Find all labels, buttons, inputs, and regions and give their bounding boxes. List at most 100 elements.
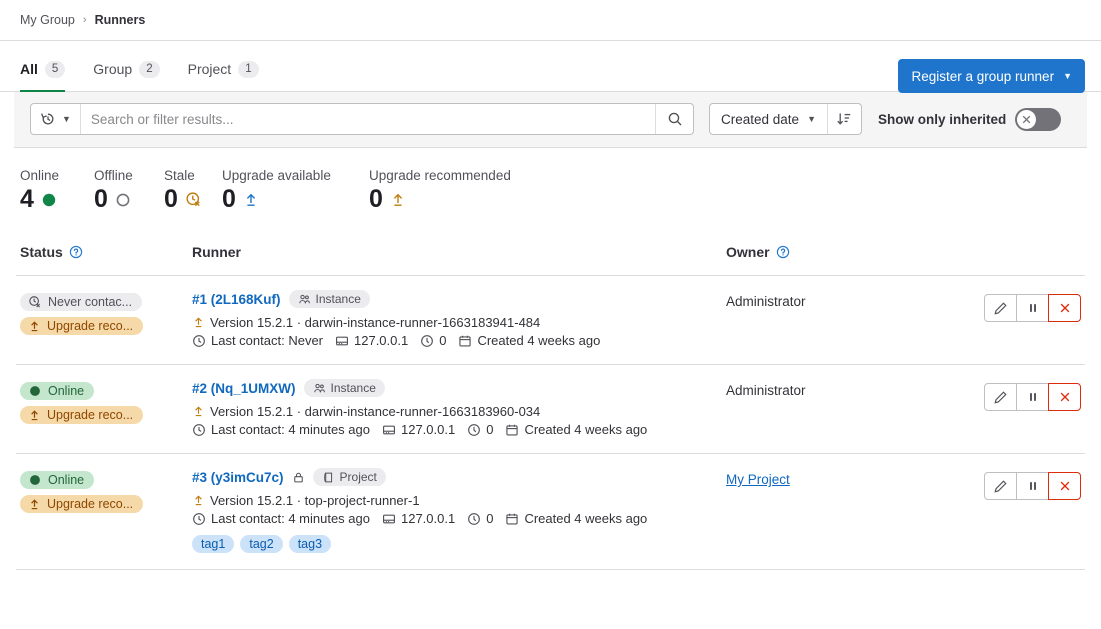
server-icon <box>382 512 396 526</box>
runner-created-text: Created 4 weeks ago <box>524 422 647 437</box>
help-icon[interactable] <box>69 245 83 259</box>
status-badge: Never contac... <box>20 293 142 311</box>
delete-button[interactable] <box>1048 383 1081 411</box>
breadcrumb-parent[interactable]: My Group <box>20 13 75 27</box>
runner-type-label: Project <box>340 470 377 484</box>
sort-by-label: Created date <box>721 112 799 127</box>
show-only-inherited-toggle[interactable] <box>1015 108 1061 131</box>
clock-icon <box>192 423 206 437</box>
pause-button[interactable] <box>1016 472 1049 500</box>
tag-item: tag2 <box>240 535 282 553</box>
runner-name-link[interactable]: #2 (Nq_1UMXW) <box>192 381 296 396</box>
search-input[interactable] <box>81 104 655 134</box>
tab-project-count: 1 <box>238 61 258 78</box>
owner-project-link[interactable]: My Project <box>726 472 790 487</box>
runner-name-link[interactable]: #1 (2L168Kuf) <box>192 292 281 307</box>
runner-actions <box>984 383 1081 411</box>
table-header: Status Runner Owner <box>16 228 1085 276</box>
runner-created-text: Created 4 weeks ago <box>477 333 600 348</box>
runners-page: My Group › Runners All 5 Group 2 Project… <box>0 0 1101 629</box>
project-icon <box>322 471 335 484</box>
arrow-up-icon <box>192 405 205 418</box>
runner-created-text: Created 4 weeks ago <box>524 511 647 526</box>
calendar-icon <box>505 423 519 437</box>
tab-project[interactable]: Project 1 <box>174 41 273 91</box>
clock-x-icon <box>28 295 42 309</box>
runner-info-cell: #2 (Nq_1UMXW) Instance <box>192 379 726 437</box>
lock-icon <box>292 471 305 484</box>
table-row: Never contac... Upgrade reco... #1 (2L16… <box>16 276 1085 365</box>
status-badge: Online <box>20 471 94 489</box>
tab-all[interactable]: All 5 <box>20 41 79 91</box>
filter-bar: ▼ Created date ▼ <box>14 92 1087 148</box>
runner-last-contact: Last contact: 4 minutes ago <box>192 511 370 526</box>
status-online-icon <box>28 473 42 487</box>
register-group-runner-button[interactable]: Register a group runner ▼ <box>898 59 1085 93</box>
runner-version: Version 15.2.1 · darwin-instance-runner-… <box>192 404 540 419</box>
pause-button[interactable] <box>1016 383 1049 411</box>
runner-version: Version 15.2.1 · top-project-runner-1 <box>192 493 420 508</box>
search-icon <box>667 111 683 127</box>
column-header-runner: Runner <box>192 244 726 260</box>
search-button[interactable] <box>655 104 693 134</box>
delete-button[interactable] <box>1048 294 1081 322</box>
history-icon <box>40 111 56 127</box>
toggle-knob <box>1017 110 1036 129</box>
tab-all-count: 5 <box>45 61 65 78</box>
stat-upgrade-recommended-value: 0 <box>369 187 383 212</box>
runner-info-cell: #1 (2L168Kuf) Instance <box>192 290 726 348</box>
runner-status-cell: Online Upgrade reco... <box>20 379 192 437</box>
sort-by-dropdown[interactable]: Created date ▼ <box>710 104 828 134</box>
stat-offline-value: 0 <box>94 187 108 212</box>
runner-jobs: 0 <box>420 333 446 348</box>
show-only-inherited-label: Show only inherited <box>878 112 1006 127</box>
runner-last-contact-text: Last contact: 4 minutes ago <box>211 422 370 437</box>
delete-button[interactable] <box>1048 472 1081 500</box>
status-badge-label: Never contac... <box>48 295 132 309</box>
runner-owner-cell: Administrator <box>726 290 1081 348</box>
help-icon[interactable] <box>776 245 790 259</box>
search-filter-group: ▼ <box>30 103 694 135</box>
runner-type-badge: Project <box>313 468 386 486</box>
stat-online-value: 4 <box>20 187 34 212</box>
tab-list: All 5 Group 2 Project 1 <box>20 41 273 91</box>
tab-group[interactable]: Group 2 <box>79 41 173 91</box>
chevron-down-icon: ▼ <box>807 114 816 124</box>
stat-upgrade-recommended: Upgrade recommended 0 <box>369 168 511 228</box>
edit-button[interactable] <box>984 294 1017 322</box>
sort-direction-button[interactable] <box>828 104 861 134</box>
status-badge-label: Online <box>48 473 84 487</box>
status-badge-label: Online <box>48 384 84 398</box>
runner-last-contact-text: Last contact: 4 minutes ago <box>211 511 370 526</box>
runner-last-contact: Last contact: 4 minutes ago <box>192 422 370 437</box>
arrow-up-icon <box>192 316 205 329</box>
runner-ip: 127.0.0.1 <box>382 422 455 437</box>
runner-type-label: Instance <box>316 292 361 306</box>
upgrade-available-icon <box>243 192 259 208</box>
status-offline-icon <box>115 192 131 208</box>
runner-created: Created 4 weeks ago <box>505 422 647 437</box>
table-row: Online Upgrade reco... #2 (Nq_1UMXW) <box>16 365 1085 454</box>
breadcrumb: My Group › Runners <box>0 0 1101 41</box>
pause-button[interactable] <box>1016 294 1049 322</box>
gauge-icon <box>467 423 481 437</box>
runner-last-contact-text: Last contact: Never <box>211 333 323 348</box>
chevron-down-icon: ▼ <box>62 114 71 124</box>
gauge-icon <box>420 334 434 348</box>
owner-name: Administrator <box>726 294 806 309</box>
stat-stale: Stale 0 <box>164 168 222 228</box>
runner-ip: 127.0.0.1 <box>335 333 408 348</box>
tag-item: tag3 <box>289 535 331 553</box>
stat-online: Online 4 <box>20 168 94 228</box>
column-header-runner-label: Runner <box>192 244 241 260</box>
edit-button[interactable] <box>984 472 1017 500</box>
search-history-dropdown[interactable]: ▼ <box>31 104 81 134</box>
runner-jobs: 0 <box>467 511 493 526</box>
runner-name-link[interactable]: #3 (y3imCu7c) <box>192 470 284 485</box>
sort-controls: Created date ▼ <box>709 103 862 135</box>
edit-button[interactable] <box>984 383 1017 411</box>
tab-group-label: Group <box>93 61 132 77</box>
clock-icon <box>192 334 206 348</box>
column-header-owner-label: Owner <box>726 244 770 260</box>
upgrade-badge: Upgrade reco... <box>20 406 143 424</box>
